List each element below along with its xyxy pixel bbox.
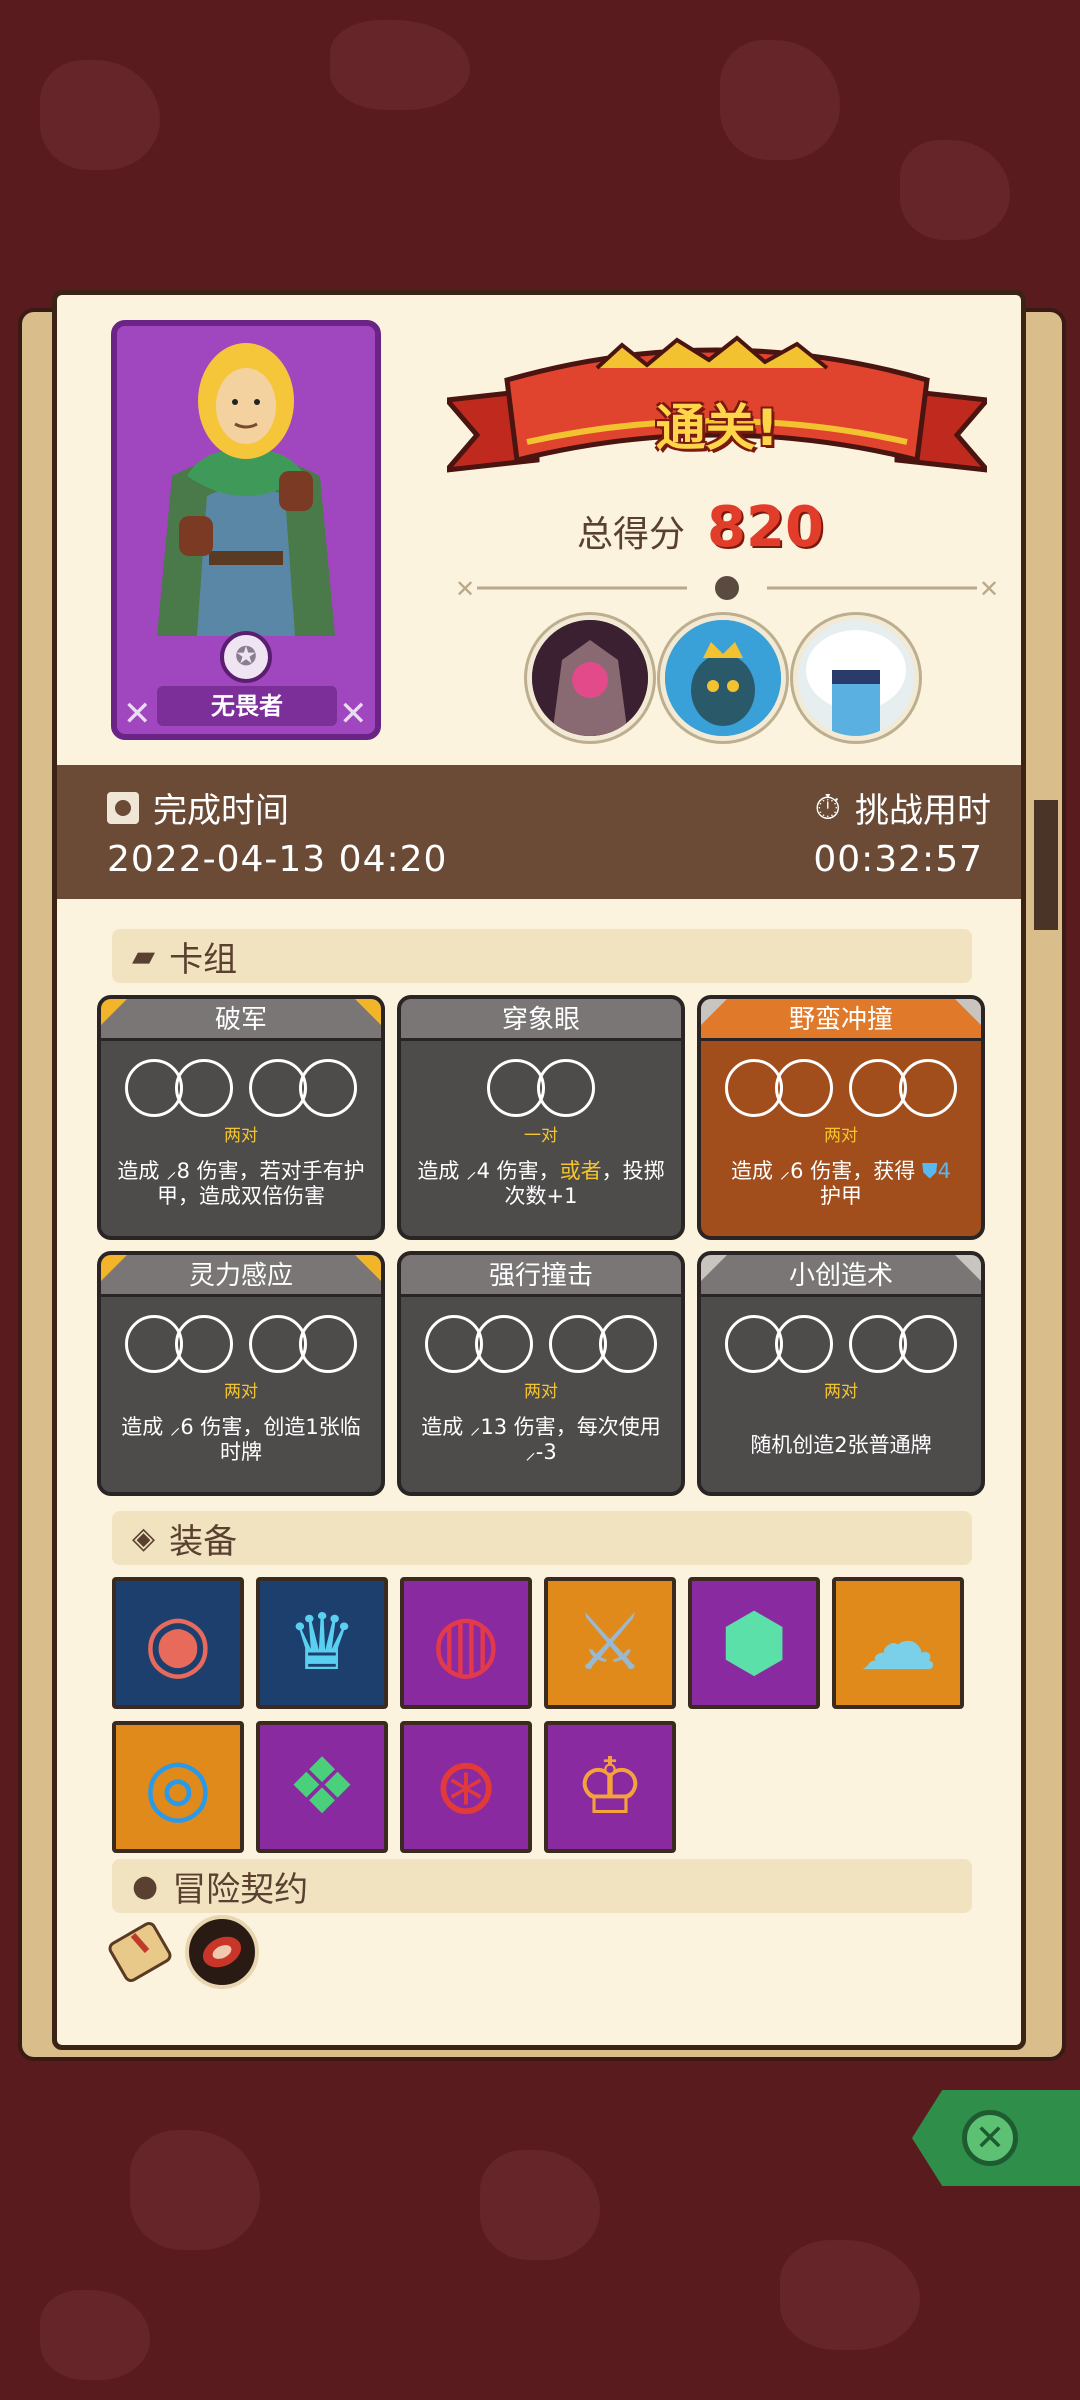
green-gem-icon[interactable]: ❖ [256,1721,388,1853]
deck-card[interactable]: 强行撞击 两对 造成 ⸝13 伤害，每次使用 ⸝-3 [397,1251,685,1496]
card-description: 造成 ⸝8 伤害，若对手有护甲，造成双倍伤害 [117,1159,365,1208]
card-title: 穿象眼 [401,999,681,1041]
dice-slots [101,1315,381,1373]
hero-class-icon: ✪ [220,631,272,683]
stopwatch-icon: ⏱ [814,787,841,828]
bg-decor [900,140,1010,240]
meat-icon[interactable] [185,1915,259,1989]
deck-card[interactable]: 小创造术 两对 随机创造2张普通牌 [697,1251,985,1496]
equipment-section-title: 装备 [169,1521,238,1562]
deck-section-header: ▰ 卡组 [112,929,972,983]
dice-slots [701,1315,981,1373]
crystal-d20-icon[interactable]: ⬢ [688,1577,820,1709]
card-requirement: 两对 [224,1126,258,1146]
spiked-ring-icon[interactable]: ⊛ [400,1721,532,1853]
ice-crown-icon[interactable]: ♛ [256,1577,388,1709]
boss-yeti-icon[interactable] [793,615,919,741]
card-description: 造成 ⸝6 伤害，创造1张临时牌 [121,1415,361,1464]
bg-decor [130,2130,260,2250]
result-panel: ✪ ✕ ✕ 无畏者 通关! 总得分 820 ✕ ✕ 完成时间 ⏱ 挑战用时 20… [52,290,1026,2050]
card-requirement: 两对 [824,1126,858,1146]
card-requirement: 两对 [524,1382,558,1402]
cards-icon: ▰ [132,938,156,974]
bg-decor [40,60,160,170]
bg-decor [780,2240,920,2350]
hero-card[interactable]: ✪ ✕ ✕ 无畏者 [111,320,381,740]
bg-decor [40,2290,150,2380]
score-value: 820 [707,495,824,560]
card-title: 破军 [101,999,381,1041]
box-icon: ◈ [132,1520,156,1556]
duration-value: 00:32:57 [813,839,983,880]
card-description: 随机创造2张普通牌 [750,1433,932,1457]
deck-card[interactable]: 灵力感应 两对 造成 ⸝6 伤害，创造1张临时牌 [97,1251,385,1496]
dice-slots [401,1315,681,1373]
card-description: 造成 ⸝13 伤害，每次使用 ⸝-3 [421,1415,661,1464]
card-title: 强行撞击 [401,1255,681,1297]
spiral-orb-icon[interactable]: ◎ [112,1721,244,1853]
card-requirement: 一对 [524,1126,558,1146]
dice-slots [701,1059,981,1117]
film-icon [107,791,139,824]
card-title: 小创造术 [701,1255,981,1297]
card-title: 野蛮冲撞 [701,999,981,1041]
hero-portrait [117,326,375,636]
card-requirement: 两对 [224,1382,258,1402]
dice-slots [401,1059,681,1117]
svg-text:✕: ✕ [455,575,475,603]
score-row: 总得分 820 [577,495,824,560]
banner-title: 通关! [655,399,779,457]
finish-time-label: 完成时间 [153,791,289,831]
deck-card[interactable]: 穿象眼 一对 造成 ⸝4 伤害，或者，投掷次数+1 [397,995,685,1240]
boss-stone-golem-icon[interactable] [527,615,653,741]
ghost-slime-icon[interactable]: ☁ [832,1577,964,1709]
duration-label-group: ⏱ 挑战用时 [814,783,991,832]
duration-label: 挑战用时 [855,791,991,831]
person-icon: ● [132,1868,159,1904]
divider: ✕ ✕ [455,575,999,603]
finish-time-value: 2022-04-13 04:20 [107,839,448,880]
golden-crown-icon[interactable]: ♔ [544,1721,676,1853]
deck-card[interactable]: 破军 两对 造成 ⸝8 伤害，若对手有护甲，造成双倍伤害 [97,995,385,1240]
deck-section-title: 卡组 [169,939,238,980]
hero-name: 无畏者 [157,686,337,726]
card-description: 造成 ⸝6 伤害，获得 ⛊4 护甲 [730,1159,951,1208]
emerald-bracer-icon[interactable]: ◍ [400,1577,532,1709]
card-description: 造成 ⸝4 伤害，或者，投掷次数+1 [417,1159,665,1208]
broken-sword-icon[interactable]: ⚔ [544,1577,676,1709]
armor-icon: ⛊4 [921,1159,951,1183]
card-title: 灵力感应 [101,1255,381,1297]
close-icon[interactable]: ✕ [962,2110,1018,2166]
bone-icon: ✕ [339,694,368,734]
equipment-section-header: ◈ 装备 [112,1511,972,1565]
bg-decor [720,40,840,160]
round-shield-icon[interactable]: ◉ [112,1577,244,1709]
score-label: 总得分 [577,514,686,555]
boss-crowned-squid-icon[interactable] [660,615,786,741]
bg-decor [330,20,470,110]
panel-edge [1034,800,1058,930]
card-requirement: 两对 [824,1382,858,1402]
contract-section-title: 冒险契约 [172,1869,309,1910]
victory-banner: 通关! [440,330,994,500]
bg-decor [480,2150,600,2260]
stats-band: 完成时间 ⏱ 挑战用时 2022-04-13 04:20 00:32:57 [57,765,1021,899]
finish-time-label-group: 完成时间 [107,783,289,832]
contract-section-header: ● 冒险契约 [112,1859,972,1913]
deck-card[interactable]: 野蛮冲撞 两对 造成 ⸝6 伤害，获得 ⛊4 护甲 [697,995,985,1240]
dice-slots [101,1059,381,1117]
bone-icon: ✕ [123,694,152,734]
svg-text:✕: ✕ [979,575,999,603]
scroll-icon[interactable] [103,1915,177,1989]
